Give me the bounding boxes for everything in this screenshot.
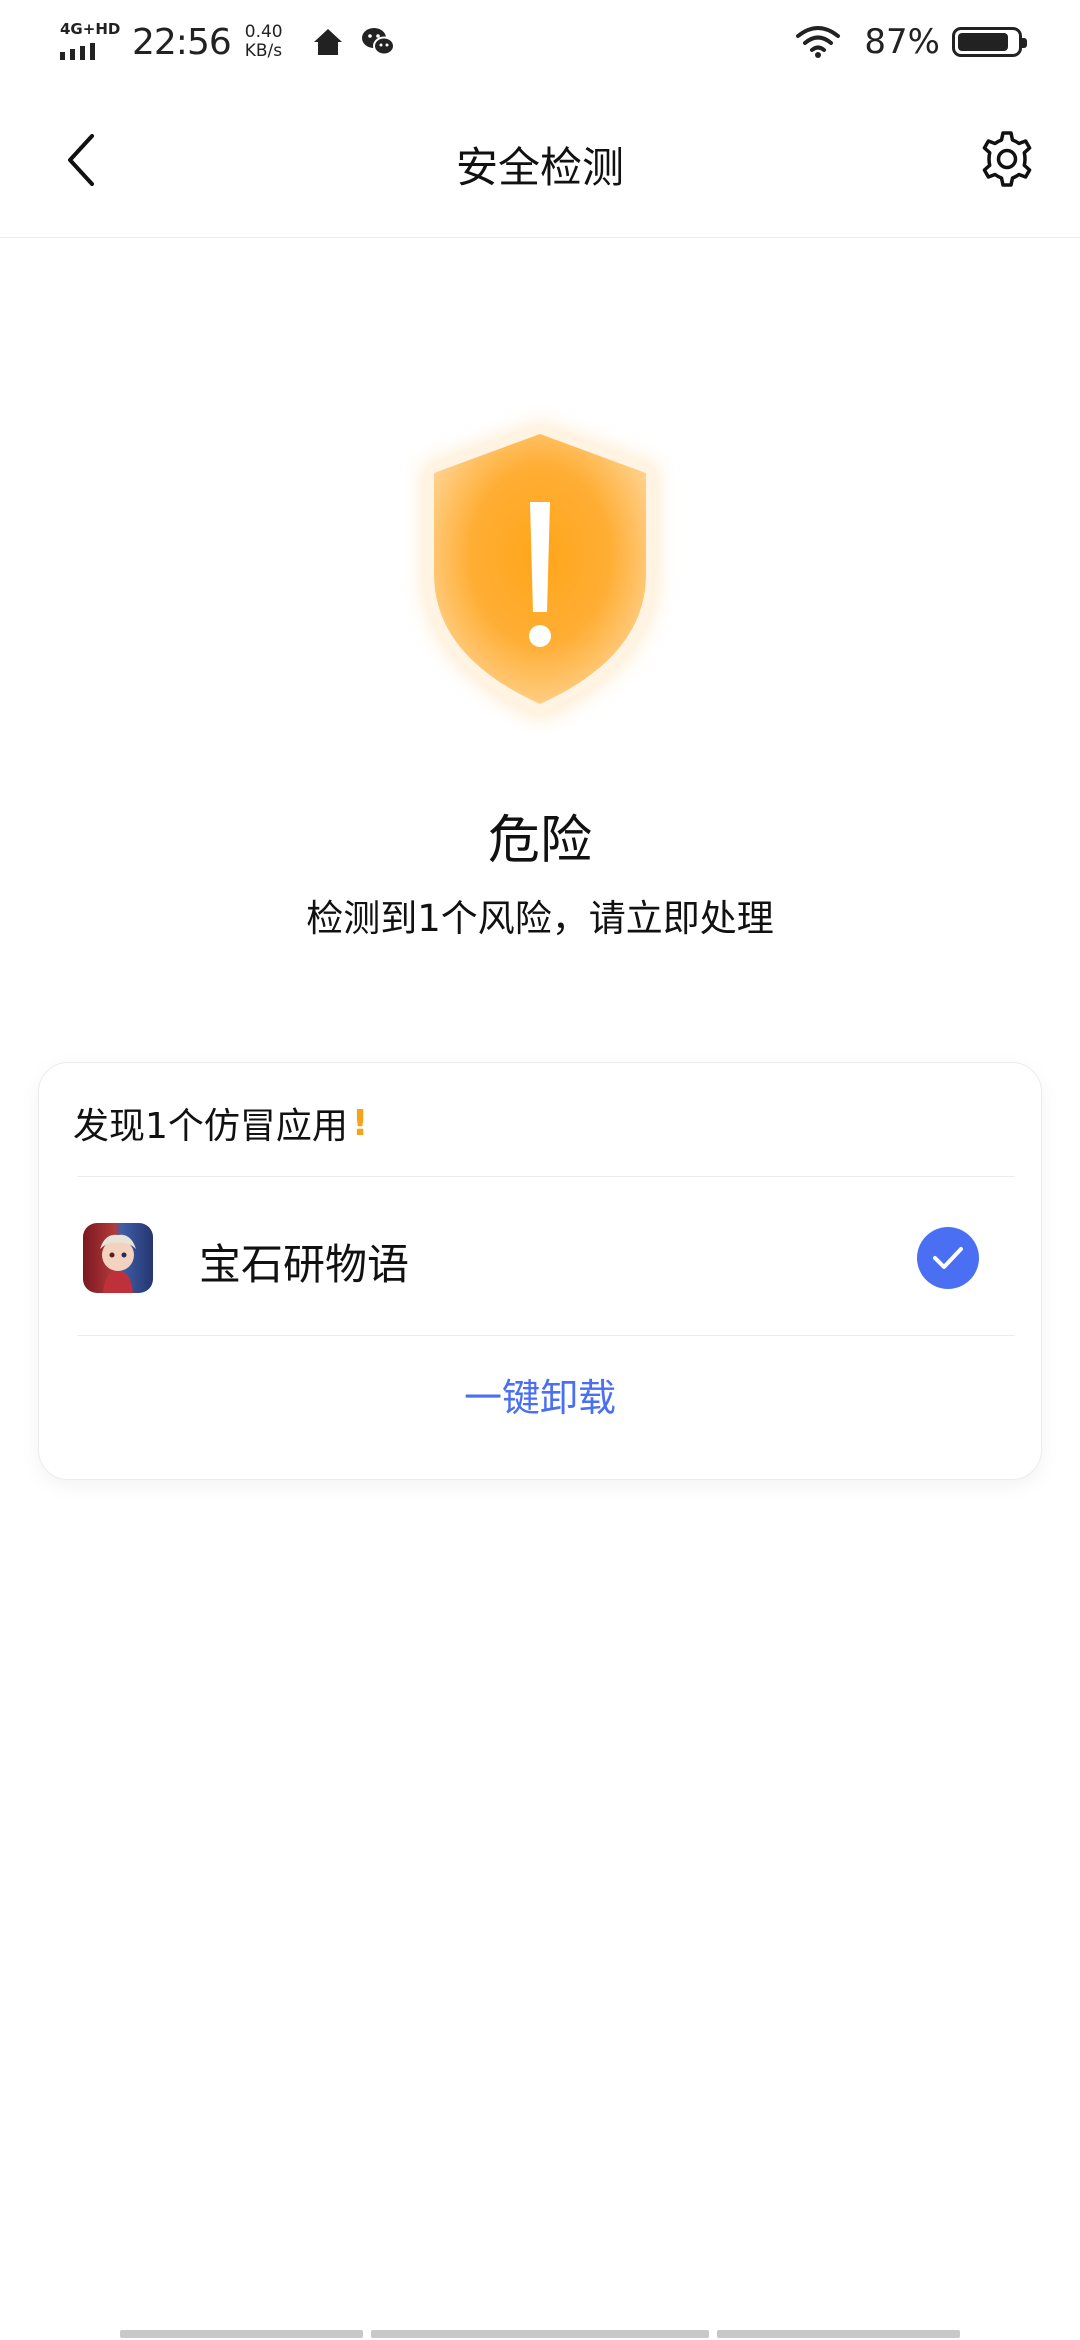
app-list-item[interactable]: 宝石研物语 xyxy=(39,1179,1041,1339)
battery-percentage: 87% xyxy=(864,22,940,62)
app-name: 宝石研物语 xyxy=(199,1240,410,1289)
divider xyxy=(77,1176,1015,1177)
wechat-icon xyxy=(359,23,397,61)
divider xyxy=(77,1335,1015,1336)
app-icon xyxy=(83,1223,153,1293)
status-bar-left: 4G+HD 22:56 0.40 KB/s xyxy=(58,18,409,66)
status-subtitle: 检测到1个风险，请立即处理 xyxy=(306,897,774,940)
warning-shield-icon xyxy=(390,404,690,744)
select-checkbox[interactable] xyxy=(917,1227,979,1289)
status-bar-right: 87% xyxy=(794,18,1027,66)
fake-app-card: 发现1个仿冒应用 ! 宝石研物语 一键卸载 xyxy=(38,1062,1042,1480)
network-type: 4G+HD xyxy=(60,20,121,38)
uninstall-all-button[interactable]: 一键卸载 xyxy=(39,1367,1041,1422)
signal-icon: 4G+HD xyxy=(58,20,120,64)
page-title: 安全检测 xyxy=(455,143,624,192)
card-header: 发现1个仿冒应用 ! xyxy=(73,1097,368,1149)
battery-level-fill xyxy=(958,33,1009,51)
warning-mark: ! xyxy=(351,1102,369,1144)
wifi-icon xyxy=(794,23,842,61)
settings-button[interactable] xyxy=(974,126,1040,192)
status-title: 危险 xyxy=(487,811,592,871)
battery-icon xyxy=(952,27,1027,57)
navigation-gesture-bar[interactable] xyxy=(120,2330,960,2340)
speed-value: 0.40 xyxy=(244,22,283,42)
status-bar: 4G+HD 22:56 0.40 KB/s 87% xyxy=(0,0,1080,84)
home-icon xyxy=(309,23,347,61)
gear-icon xyxy=(982,131,1032,187)
status-time: 22:56 xyxy=(132,21,232,63)
network-speed: 0.40 KB/s xyxy=(245,23,291,61)
speed-unit: KB/s xyxy=(244,41,283,61)
checkmark-icon xyxy=(933,1247,963,1269)
nav-bar: 安全检测 xyxy=(0,84,1080,238)
card-header-text: 发现1个仿冒应用 xyxy=(73,1106,348,1147)
